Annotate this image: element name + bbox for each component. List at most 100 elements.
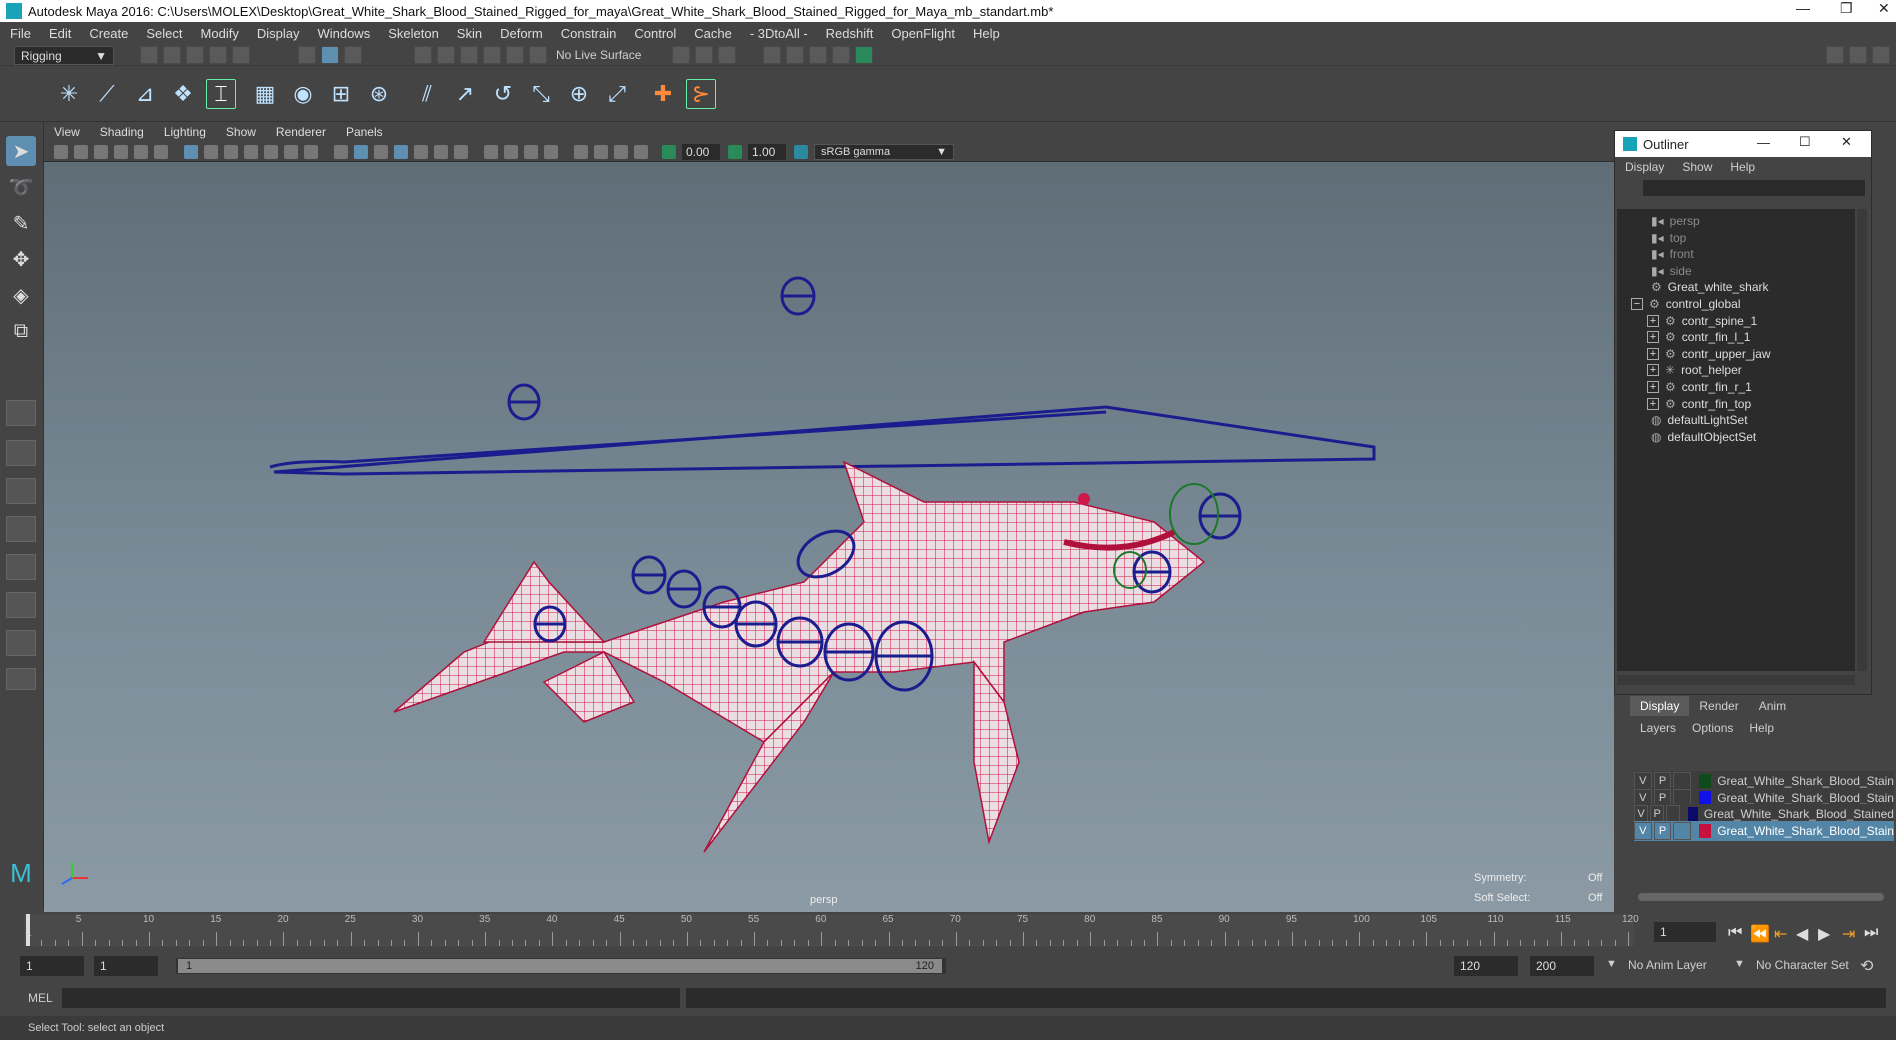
layer-color-swatch[interactable] [1688,807,1698,822]
menu-skeleton[interactable]: Skeleton [388,26,439,41]
command-input[interactable] [62,988,680,1008]
outliner-minimize-button[interactable]: — [1757,135,1770,150]
snap-grid-icon[interactable] [414,46,432,64]
play-backward-icon[interactable]: ◀ [1796,924,1808,944]
minimize-button[interactable]: — [1796,0,1810,16]
menu-select[interactable]: Select [146,26,182,41]
safe-action-icon[interactable] [284,144,298,159]
xray-active-icon[interactable] [634,144,648,159]
outliner-menu-help[interactable]: Help [1730,160,1755,174]
safe-title-icon[interactable] [304,144,318,159]
shark-mesh[interactable] [393,460,1206,853]
menu-control[interactable]: Control [634,26,676,41]
viewport-menu-panels[interactable]: Panels [346,125,383,139]
expand-icon[interactable]: + [1647,381,1659,393]
outliner-layout-icon[interactable] [6,592,36,618]
wireframe-icon[interactable] [334,144,348,159]
wrap-icon[interactable]: ⊞ [326,79,356,109]
snap-pivot-icon[interactable] [529,46,547,64]
viewport-menu-lighting[interactable]: Lighting [164,125,206,139]
control-global-curve[interactable] [269,405,1376,476]
viewport-menu-renderer[interactable]: Renderer [276,125,326,139]
xray-icon[interactable] [594,144,608,159]
viewport-menu-shading[interactable]: Shading [100,125,144,139]
output-ops-icon[interactable] [695,46,713,64]
scale-constraint-icon[interactable]: ⤡ [526,79,556,109]
select-object-icon[interactable] [321,46,339,64]
select-component-icon[interactable] [344,46,362,64]
restore-button[interactable]: ❐ [1840,0,1853,17]
grease-pencil-icon[interactable] [154,144,168,159]
exposure-icon[interactable] [662,144,676,159]
step-back-key-icon[interactable]: ⇤ [1774,924,1787,944]
layer-color-swatch[interactable] [1699,823,1712,838]
gate-mask-icon[interactable] [244,144,258,159]
layer-visibility-toggle[interactable]: V [1634,821,1652,840]
layer-color-swatch[interactable] [1699,774,1712,788]
menu-deform[interactable]: Deform [500,26,543,41]
current-time-marker[interactable] [26,914,30,946]
bind-skin-icon[interactable]: ❖ [168,79,198,109]
exposure-field[interactable]: 0.00 [682,143,720,160]
ambient-occlusion-icon[interactable] [484,144,498,159]
sculpt-icon[interactable]: ⊛ [364,79,394,109]
current-frame-field[interactable]: 1 [1654,922,1716,942]
go-to-start-icon[interactable]: ⏮ [1728,924,1742,942]
persp-uv-layout-icon[interactable] [6,630,36,656]
layer-tab-render[interactable]: Render [1689,696,1748,716]
time-ruler[interactable]: 1510152025303540455055606570758085909510… [24,914,1639,946]
rotate-tool-icon[interactable]: ◈ [6,280,36,310]
menu-file[interactable]: File [10,26,31,41]
layer-menu-options[interactable]: Options [1692,721,1733,735]
outliner-close-button[interactable]: ✕ [1841,134,1852,150]
end-time-field[interactable]: 200 [1530,956,1594,976]
resolution-gate-icon[interactable] [224,144,238,159]
persp-graph-layout-icon[interactable] [6,516,36,542]
viewport-menu-view[interactable]: View [54,125,80,139]
menu-constrain[interactable]: Constrain [561,26,617,41]
outliner-vertical-scrollbar[interactable] [1857,209,1867,671]
playback-start-field[interactable]: 1 [94,956,158,976]
paint-weights-icon[interactable]: ⌶ [206,79,236,109]
select-tool-icon[interactable]: ➤ [6,136,36,166]
view-transform-dropdown[interactable]: sRGB gamma ▼ [814,143,954,160]
locator-tool-icon[interactable]: ✚ [648,79,678,109]
shade-options-icon[interactable] [374,144,388,159]
textured-icon[interactable] [414,144,428,159]
render-frame-icon[interactable] [785,46,804,64]
step-forward-key-icon[interactable]: ⇥ [1842,924,1855,944]
layer-menu-layers[interactable]: Layers [1640,721,1676,735]
move-tool-icon[interactable]: ✥ [6,244,36,274]
menu-redshift[interactable]: Redshift [826,26,874,41]
live-surface-label[interactable]: No Live Surface [556,48,641,62]
orient-constraint-icon[interactable]: ↺ [488,79,518,109]
menu-windows[interactable]: Windows [317,26,370,41]
menu-openflight[interactable]: OpenFlight [891,26,955,41]
point-constraint-icon[interactable]: ⫽ [412,79,442,109]
smooth-shade-icon[interactable] [354,144,368,159]
hypershade-icon[interactable] [854,46,873,64]
persp-outliner-layout-icon[interactable] [6,554,36,580]
playback-end-field[interactable]: 120 [1454,956,1518,976]
command-language-label[interactable]: MEL [28,991,53,1005]
menu-create[interactable]: Create [89,26,128,41]
layer-menu-help[interactable]: Help [1749,721,1774,735]
redo-icon[interactable] [232,46,250,64]
snap-view-icon[interactable] [483,46,501,64]
outliner-titlebar[interactable]: Outliner — ☐ ✕ [1615,131,1871,157]
expand-icon[interactable]: + [1647,331,1659,344]
menu-cache[interactable]: Cache [694,26,732,41]
snap-curve-icon[interactable] [437,46,455,64]
save-scene-icon[interactable] [186,46,204,64]
range-bar[interactable]: 1 120 [176,958,946,974]
gamma-icon[interactable] [728,144,742,159]
four-pane-layout-icon[interactable] [6,440,36,466]
single-pane-layout-icon[interactable] [6,400,36,426]
auto-key-icon[interactable]: ⟲ [1860,956,1873,976]
layer-row[interactable]: V P Great_White_Shark_Blood_Stain [1634,820,1894,841]
transfer-icon[interactable]: ⊱ [686,79,716,109]
render-settings-icon[interactable] [762,46,781,64]
menu-set-dropdown[interactable]: Rigging ▼ [14,46,114,65]
open-scene-icon[interactable] [163,46,181,64]
shadows-icon[interactable] [454,144,468,159]
